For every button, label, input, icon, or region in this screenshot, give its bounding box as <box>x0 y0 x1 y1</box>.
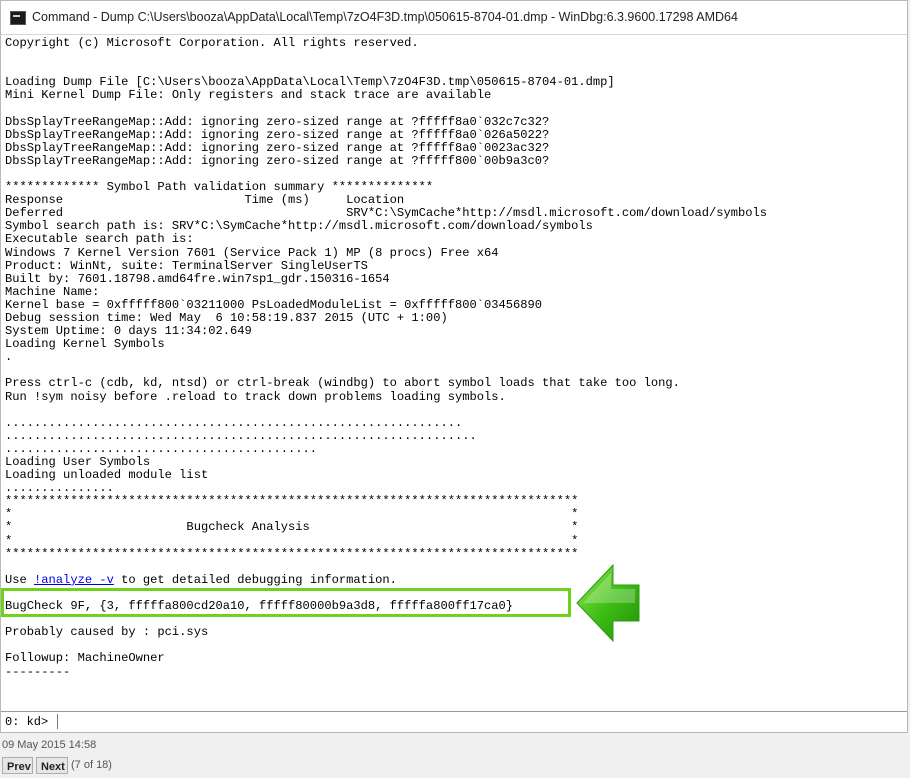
output-line: DbsSplayTreeRangeMap::Add: ignoring zero… <box>5 127 550 142</box>
kd-prompt: 0: kd> <box>5 715 49 729</box>
output-line: ........................................… <box>5 428 477 443</box>
page-count: (7 of 18) <box>71 759 112 771</box>
analyze-link[interactable]: !analyze -v <box>34 573 114 587</box>
output-line: Windows 7 Kernel Version 7601 (Service P… <box>5 245 499 260</box>
output-line: DbsSplayTreeRangeMap::Add: ignoring zero… <box>5 153 550 168</box>
output-line: . <box>5 350 13 365</box>
debugger-output[interactable]: Copyright (c) Microsoft Corporation. All… <box>5 37 903 709</box>
output-line: Press ctrl-c (cdb, kd, ntsd) or ctrl-bre… <box>5 376 680 391</box>
output-line: Built by: 7601.18798.amd64fre.win7sp1_gd… <box>5 271 390 286</box>
output-line: Probably caused by : pci.sys <box>5 625 209 640</box>
analyze-hint-suffix: to get detailed debugging information. <box>113 572 397 587</box>
output-line: --------- <box>5 664 71 679</box>
output-line: ****************************************… <box>5 546 579 561</box>
output-line: Copyright (c) Microsoft Corporation. All… <box>5 37 419 50</box>
window-title: Command - Dump C:\Users\booza\AppData\Lo… <box>32 10 738 24</box>
green-arrow-icon <box>576 563 640 643</box>
output-line: Executable search path is: <box>5 232 194 247</box>
output-line: DbsSplayTreeRangeMap::Add: ignoring zero… <box>5 140 550 155</box>
output-line: Loading Kernel Symbols <box>5 337 165 352</box>
output-line: Loading unloaded module list <box>5 468 209 483</box>
output-line: ........................................… <box>5 415 463 430</box>
analyze-hint-prefix: Use <box>5 572 35 587</box>
title-bar[interactable]: Command - Dump C:\Users\booza\AppData\Lo… <box>1 1 907 35</box>
output-line: Followup: MachineOwner <box>5 651 165 666</box>
command-bar: 0: kd> <box>1 711 907 732</box>
output-line: Kernel base = 0xfffff800`03211000 PsLoad… <box>5 297 543 312</box>
output-line: Run !sym noisy before .reload to track d… <box>5 389 506 404</box>
output-line: Machine Name: <box>5 284 100 299</box>
output-line: Mini Kernel Dump File: Only registers an… <box>5 88 492 103</box>
command-input[interactable] <box>57 714 900 729</box>
bugcheck-line: BugCheck 9F, {3, fffffa800cd20a10, fffff… <box>5 599 514 614</box>
analyze-hint-line: Use !analyze -v to get detailed debuggin… <box>5 572 903 587</box>
windbg-command-window: Command - Dump C:\Users\booza\AppData\Lo… <box>0 0 908 733</box>
output-line: DbsSplayTreeRangeMap::Add: ignoring zero… <box>5 114 550 129</box>
windbg-app-icon <box>10 11 26 25</box>
output-line: * * <box>5 533 579 548</box>
post-date: 09 May 2015 14:58 <box>2 739 97 751</box>
output-line: Product: WinNt, suite: TerminalServer Si… <box>5 258 368 273</box>
prev-button[interactable]: Prev <box>2 757 33 774</box>
next-button[interactable]: Next <box>36 757 68 774</box>
output-line: * Bugcheck Analysis * <box>5 520 579 535</box>
